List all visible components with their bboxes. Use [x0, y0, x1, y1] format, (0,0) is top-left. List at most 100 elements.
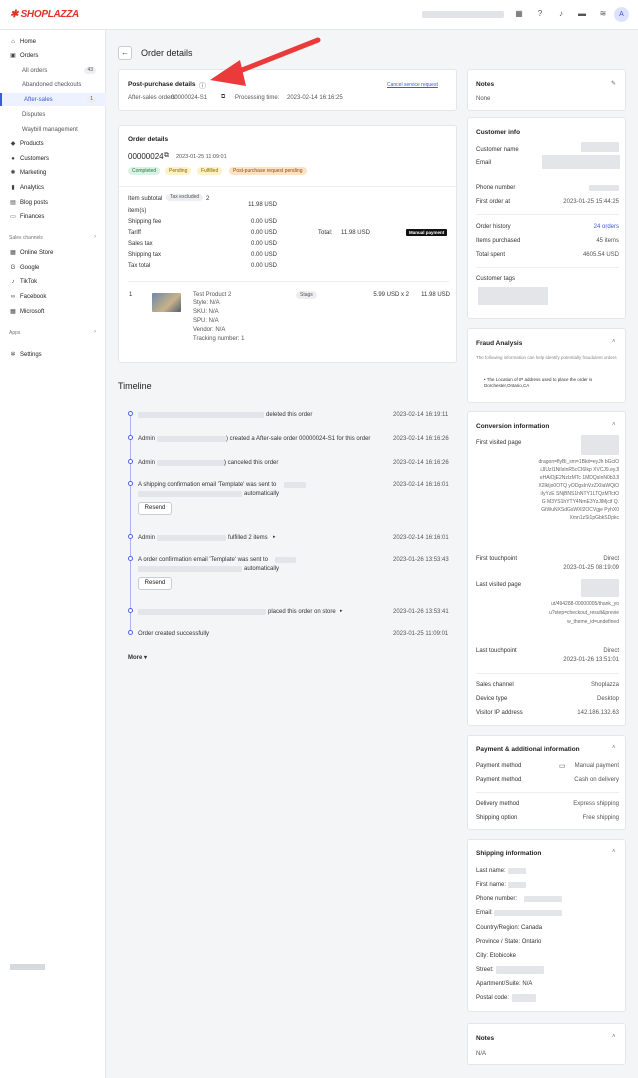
chevron-up-icon[interactable]: ˄: [612, 745, 616, 751]
last-touchpoint-label: Last touchpoint: [476, 648, 517, 654]
sidebar-item-home[interactable]: ⌂ Home: [0, 35, 106, 48]
tax-total-label: Tax total: [128, 263, 151, 269]
copy-icon[interactable]: ⧉: [221, 94, 225, 101]
notes-value: None: [476, 96, 491, 102]
order-history-link[interactable]: 24 orders: [558, 224, 619, 230]
caret-right-icon[interactable]: ▸: [340, 608, 343, 614]
fraud-ip-location: • The Location of IP address used to pla…: [484, 377, 593, 388]
subtotal-value: 11.98 USD: [248, 202, 277, 208]
timeline-event-text: Order created successfully: [138, 631, 210, 637]
tracking-number: Tracking number: 1: [193, 336, 245, 342]
divider: [119, 186, 458, 187]
resend-button[interactable]: Resend: [138, 502, 172, 515]
sidebar-item-products[interactable]: ◆ Products: [0, 137, 106, 150]
help-icon[interactable]: ?: [534, 8, 546, 20]
product-name[interactable]: Test Product 2: [193, 292, 231, 298]
unit-price: 5.99 USD x 2: [373, 292, 409, 298]
timeline-event-text2: automatically: [244, 566, 280, 572]
timeline-event-prefix: Admin: [138, 460, 156, 466]
chat-icon[interactable]: ▬: [576, 8, 588, 20]
province-state: Province / State: Ontario: [476, 939, 542, 945]
aftersales-order-value[interactable]: 00000024-S1: [171, 95, 207, 101]
items-purchased-label: Items purchased: [476, 238, 521, 244]
sidebar-item-abandoned-checkouts[interactable]: Abandoned checkouts: [0, 78, 106, 91]
sidebar-item-tiktok[interactable]: ♪ TikTok: [0, 275, 106, 288]
timeline-event-time: 2023-02-14 16:16:26: [393, 460, 449, 466]
first-name-label: First name:: [476, 882, 507, 888]
chevron-up-icon[interactable]: ˄: [612, 1034, 616, 1040]
sidebar-item-finances[interactable]: ▭ Finances: [0, 210, 106, 223]
resend-button[interactable]: Resend: [138, 577, 172, 590]
timeline-event-time: 2023-01-26 13:53:41: [393, 609, 449, 615]
store-icon[interactable]: ▦: [513, 8, 525, 20]
first-order-label: First order at: [476, 199, 511, 205]
sidebar-item-facebook[interactable]: ∞ Facebook: [0, 290, 106, 303]
redacted-email: [284, 482, 306, 488]
sidebar-item-waybill-management[interactable]: Waybill management: [0, 123, 106, 136]
caret-right-icon[interactable]: ▸: [273, 534, 276, 540]
wifi-icon[interactable]: ≋: [597, 8, 609, 20]
redacted-last-name: [508, 868, 526, 874]
apps-chevron-icon[interactable]: ›: [94, 329, 96, 335]
divider: [476, 214, 619, 215]
sidebar-item-microsoft[interactable]: ▦ Microsoft: [0, 305, 106, 318]
sidebar-item-analytics[interactable]: ▮ Analytics: [0, 181, 106, 194]
visitor-ip-label: Visitor IP address: [476, 710, 523, 716]
page-title: Order details: [141, 48, 193, 58]
avatar[interactable]: A: [614, 7, 629, 22]
sidebar-item-settings[interactable]: ✲ Settings: [0, 348, 106, 361]
sidebar-item-google[interactable]: G Google: [0, 261, 106, 274]
sales-tax-value: 0.00 USD: [250, 241, 277, 247]
notes-card: Notes ✎ None: [467, 69, 626, 111]
more-button[interactable]: More ▾: [128, 654, 147, 661]
total-label: Total:: [318, 230, 333, 236]
processing-time-value: 2023-02-14 16:16:25: [287, 95, 343, 101]
cancel-service-request-link[interactable]: Cancel service request: [387, 82, 438, 88]
redacted-text: [138, 609, 266, 615]
copy-icon[interactable]: ⧉: [164, 152, 169, 160]
redacted-text: [157, 460, 226, 466]
shipping-tax-value: 0.00 USD: [250, 252, 277, 258]
edit-icon[interactable]: ✎: [611, 80, 616, 87]
timeline-event-text[interactable]: placed this order on store: [268, 609, 336, 615]
timeline-event-text: ) canceled this order: [224, 460, 279, 466]
last-visited-page-value: ut/494288-00000005/thank_you?step=checko…: [549, 601, 619, 625]
back-button[interactable]: ←: [118, 46, 132, 60]
bell-icon[interactable]: ♪: [555, 8, 567, 20]
timeline-line: [130, 412, 131, 632]
timeline-dot: [128, 435, 133, 440]
sidebar-item-online-store[interactable]: ▦ Online Store: [0, 246, 106, 259]
chevron-up-icon[interactable]: ˄: [612, 849, 616, 855]
chart-icon: ▮: [11, 185, 15, 191]
sidebar-item-marketing[interactable]: ✺ Marketing: [0, 166, 106, 179]
total-value: 11.98 USD: [341, 230, 370, 236]
last-touchpoint-time: 2023-01-26 13:51:01: [563, 657, 619, 663]
sidebar-item-all-orders[interactable]: All orders 43: [0, 64, 106, 77]
sidebar-item-after-sales[interactable]: After-sales 1: [0, 93, 106, 106]
phone-label: Phone number: [476, 185, 516, 191]
timeline-event-time: 2023-02-14 16:16:01: [393, 482, 449, 488]
tax-excluded-badge: Tax excluded: [166, 194, 204, 201]
chevron-up-icon[interactable]: ˄: [612, 422, 616, 428]
tax-total-value: 0.00 USD: [250, 263, 277, 269]
redacted-email: [542, 155, 620, 169]
after-sales-count-badge: 1: [87, 96, 96, 103]
info-icon[interactable]: ⓘ: [199, 81, 206, 91]
store-switcher-redacted[interactable]: [10, 964, 45, 970]
sidebar-item-orders[interactable]: ▣ Orders: [0, 49, 106, 62]
redacted-text: [157, 436, 226, 442]
person-icon: ●: [11, 155, 15, 162]
shipping-option-label: Shipping option: [476, 815, 518, 821]
sidebar-item-customers[interactable]: ● Customers: [0, 152, 106, 165]
sidebar-item-disputes[interactable]: Disputes: [0, 108, 106, 121]
timeline-event-text[interactable]: fulfilled 2 items: [228, 535, 268, 541]
shoplazza-logo[interactable]: ✱ SHOPLAZZA: [10, 9, 79, 20]
redacted-phone: [589, 185, 619, 191]
chevron-up-icon[interactable]: ˄: [612, 339, 616, 345]
orders-count-badge: 43: [84, 67, 96, 74]
sidebar-item-blog-posts[interactable]: ▤ Blog posts: [0, 196, 106, 209]
sales-channels-chevron-icon[interactable]: ›: [94, 234, 96, 240]
redacted-name: [581, 142, 619, 152]
first-visited-page-value: dragon=flyBi_sm=1Bkit=eyJh bGciOiJIUzI1N…: [538, 459, 619, 521]
product-thumbnail[interactable]: [152, 293, 181, 312]
